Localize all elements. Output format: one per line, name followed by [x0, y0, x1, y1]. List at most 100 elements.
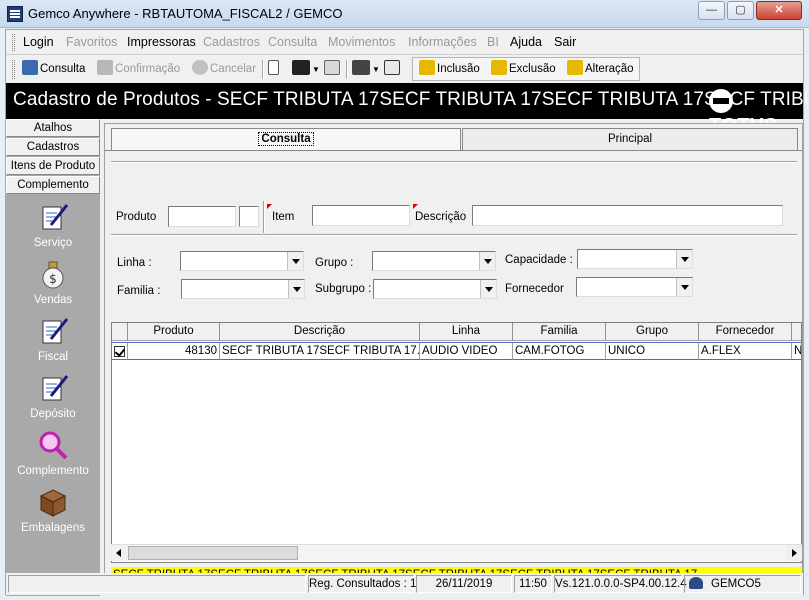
cancelar-button: Cancelar: [192, 60, 256, 80]
confirmacao-button: Confirmação: [97, 60, 180, 80]
grupo-label: Grupo :: [315, 257, 354, 269]
grid-header-descricao[interactable]: Descrição: [220, 323, 420, 341]
grid-header-fornecedor[interactable]: Fornecedor: [699, 323, 792, 341]
grid-header-select[interactable]: [112, 323, 128, 341]
nav-item-deposito[interactable]: Depósito: [6, 372, 100, 420]
grupo-select[interactable]: [372, 251, 496, 271]
tab-underline: [105, 150, 802, 151]
cell-grupo: UNICO: [606, 342, 699, 360]
scrollbar-thumb[interactable]: [128, 546, 298, 560]
menu-impressoras[interactable]: Impressoras: [127, 35, 196, 49]
nav-tab-complemento[interactable]: Complemento: [6, 176, 100, 194]
form-frame-top: [111, 161, 797, 163]
produto-label: Produto: [116, 211, 157, 223]
page-banner: Cadastro de Produtos - SECF TRIBUTA 17SE…: [6, 83, 809, 137]
minimize-button[interactable]: —: [698, 1, 725, 20]
nav-item-fiscal[interactable]: Fiscal: [6, 315, 100, 363]
help-icon: [384, 60, 400, 75]
window-titlebar: Gemco Anywhere - RBTAUTOMA_FISCAL2 / GEM…: [0, 0, 809, 28]
tab-row: Consulta Principal: [105, 128, 802, 150]
chevron-down-icon: [480, 280, 496, 298]
exclusao-button[interactable]: Exclusão: [491, 60, 556, 80]
row-checkbox[interactable]: [112, 342, 128, 360]
binoculars-person-icon: [22, 60, 38, 75]
status-version: Vs.121.0.0.0-SP4.00.12.4: [554, 575, 687, 593]
help-button[interactable]: [384, 60, 402, 80]
scroll-left-button[interactable]: [111, 545, 127, 561]
printer-icon: [352, 60, 370, 75]
menu-bar: Login Favoritos Impressoras Cadastros Co…: [6, 30, 803, 55]
nav-tab-cadastros[interactable]: Cadastros: [6, 138, 100, 156]
item-input[interactable]: [312, 205, 410, 226]
chevron-right-icon: [792, 549, 797, 557]
scroll-right-button[interactable]: [786, 545, 802, 561]
add-record-icon: [419, 60, 435, 75]
menu-grip[interactable]: [12, 34, 15, 51]
maximize-button[interactable]: ▢: [727, 1, 754, 20]
app-icon: [7, 6, 23, 22]
search-dropdown-button[interactable]: ▼: [292, 60, 320, 80]
required-marker-icon: [267, 204, 272, 209]
linha-select[interactable]: [180, 251, 304, 271]
chevron-down-icon: [288, 280, 304, 298]
nav-tab-atalhos[interactable]: Atalhos: [6, 119, 100, 137]
menu-consulta: Consulta: [268, 35, 318, 49]
menu-ajuda[interactable]: Ajuda: [510, 35, 542, 49]
nav-item-vendas[interactable]: $ Vendas: [6, 258, 100, 306]
export-icon: [324, 60, 340, 75]
field-separator: [263, 201, 265, 233]
descricao-input[interactable]: [472, 205, 783, 226]
checkbox-checked-icon[interactable]: [114, 346, 125, 357]
capacidade-select[interactable]: [577, 249, 693, 269]
cell-extra: N: [792, 342, 801, 360]
subgrupo-select[interactable]: [373, 279, 497, 299]
left-navigation: Atalhos Cadastros Itens de Produto Compl…: [6, 119, 100, 596]
grid-header-grupo[interactable]: Grupo: [606, 323, 699, 341]
menu-bi: BI: [487, 35, 499, 49]
nav-tab-itens-de-produto[interactable]: Itens de Produto: [6, 157, 100, 175]
menu-favoritos: Favoritos: [66, 35, 118, 49]
menu-movimentos: Movimentos: [328, 35, 396, 49]
tab-consulta[interactable]: Consulta: [111, 128, 461, 150]
familia-select[interactable]: [181, 279, 305, 299]
grid-header-linha[interactable]: Linha: [420, 323, 513, 341]
chevron-down-icon: ▼: [312, 65, 320, 74]
nav-item-servico[interactable]: Serviço: [6, 201, 100, 249]
inclusao-button[interactable]: Inclusão: [419, 60, 480, 80]
cancel-icon: [192, 60, 208, 75]
toolbar-grip[interactable]: [12, 60, 15, 79]
cell-familia: CAM.FOTOG: [513, 342, 606, 360]
menu-login[interactable]: Login: [23, 35, 54, 49]
tab-principal[interactable]: Principal: [462, 128, 798, 150]
document-pen-icon: [42, 318, 69, 344]
alteracao-button[interactable]: Alteração: [567, 60, 634, 80]
item-label: Item: [272, 211, 295, 223]
menu-sair[interactable]: Sair: [554, 35, 576, 49]
grid-header-produto[interactable]: Produto: [128, 323, 220, 341]
grid-header-familia[interactable]: Familia: [513, 323, 606, 341]
chevron-down-icon: [287, 252, 303, 270]
linha-label: Linha :: [117, 257, 152, 269]
chevron-down-icon: ▼: [372, 65, 380, 74]
export-button[interactable]: [324, 60, 342, 80]
nav-item-complemento[interactable]: Complemento: [6, 429, 100, 477]
money-bag-icon: $: [42, 261, 64, 289]
action-group: Inclusão Exclusão Alteração: [412, 57, 640, 81]
fornecedor-select[interactable]: [576, 277, 693, 297]
produto-digit-input[interactable]: [239, 206, 259, 227]
edit-record-icon: [567, 60, 583, 75]
nav-item-embalagens[interactable]: Embalagens: [6, 486, 100, 534]
produto-input[interactable]: [168, 206, 236, 227]
status-bar: Reg. Consultados : 1 26/11/2019 11:50 Vs…: [6, 573, 803, 595]
consulta-button[interactable]: Consulta: [22, 60, 85, 80]
close-button[interactable]: ✕: [756, 1, 802, 20]
chevron-left-icon: [116, 549, 121, 557]
toolbar: Consulta Confirmação Cancelar ▼ ▼ Inclus…: [6, 56, 803, 83]
print-dropdown-button[interactable]: ▼: [352, 60, 380, 80]
grid-header-extra[interactable]: [792, 323, 801, 341]
required-marker-icon: [413, 204, 418, 209]
document-pen-icon: [42, 204, 69, 230]
binoculars-icon: [292, 60, 310, 75]
grid-horizontal-scrollbar[interactable]: [111, 544, 802, 561]
new-document-button[interactable]: [268, 60, 281, 80]
